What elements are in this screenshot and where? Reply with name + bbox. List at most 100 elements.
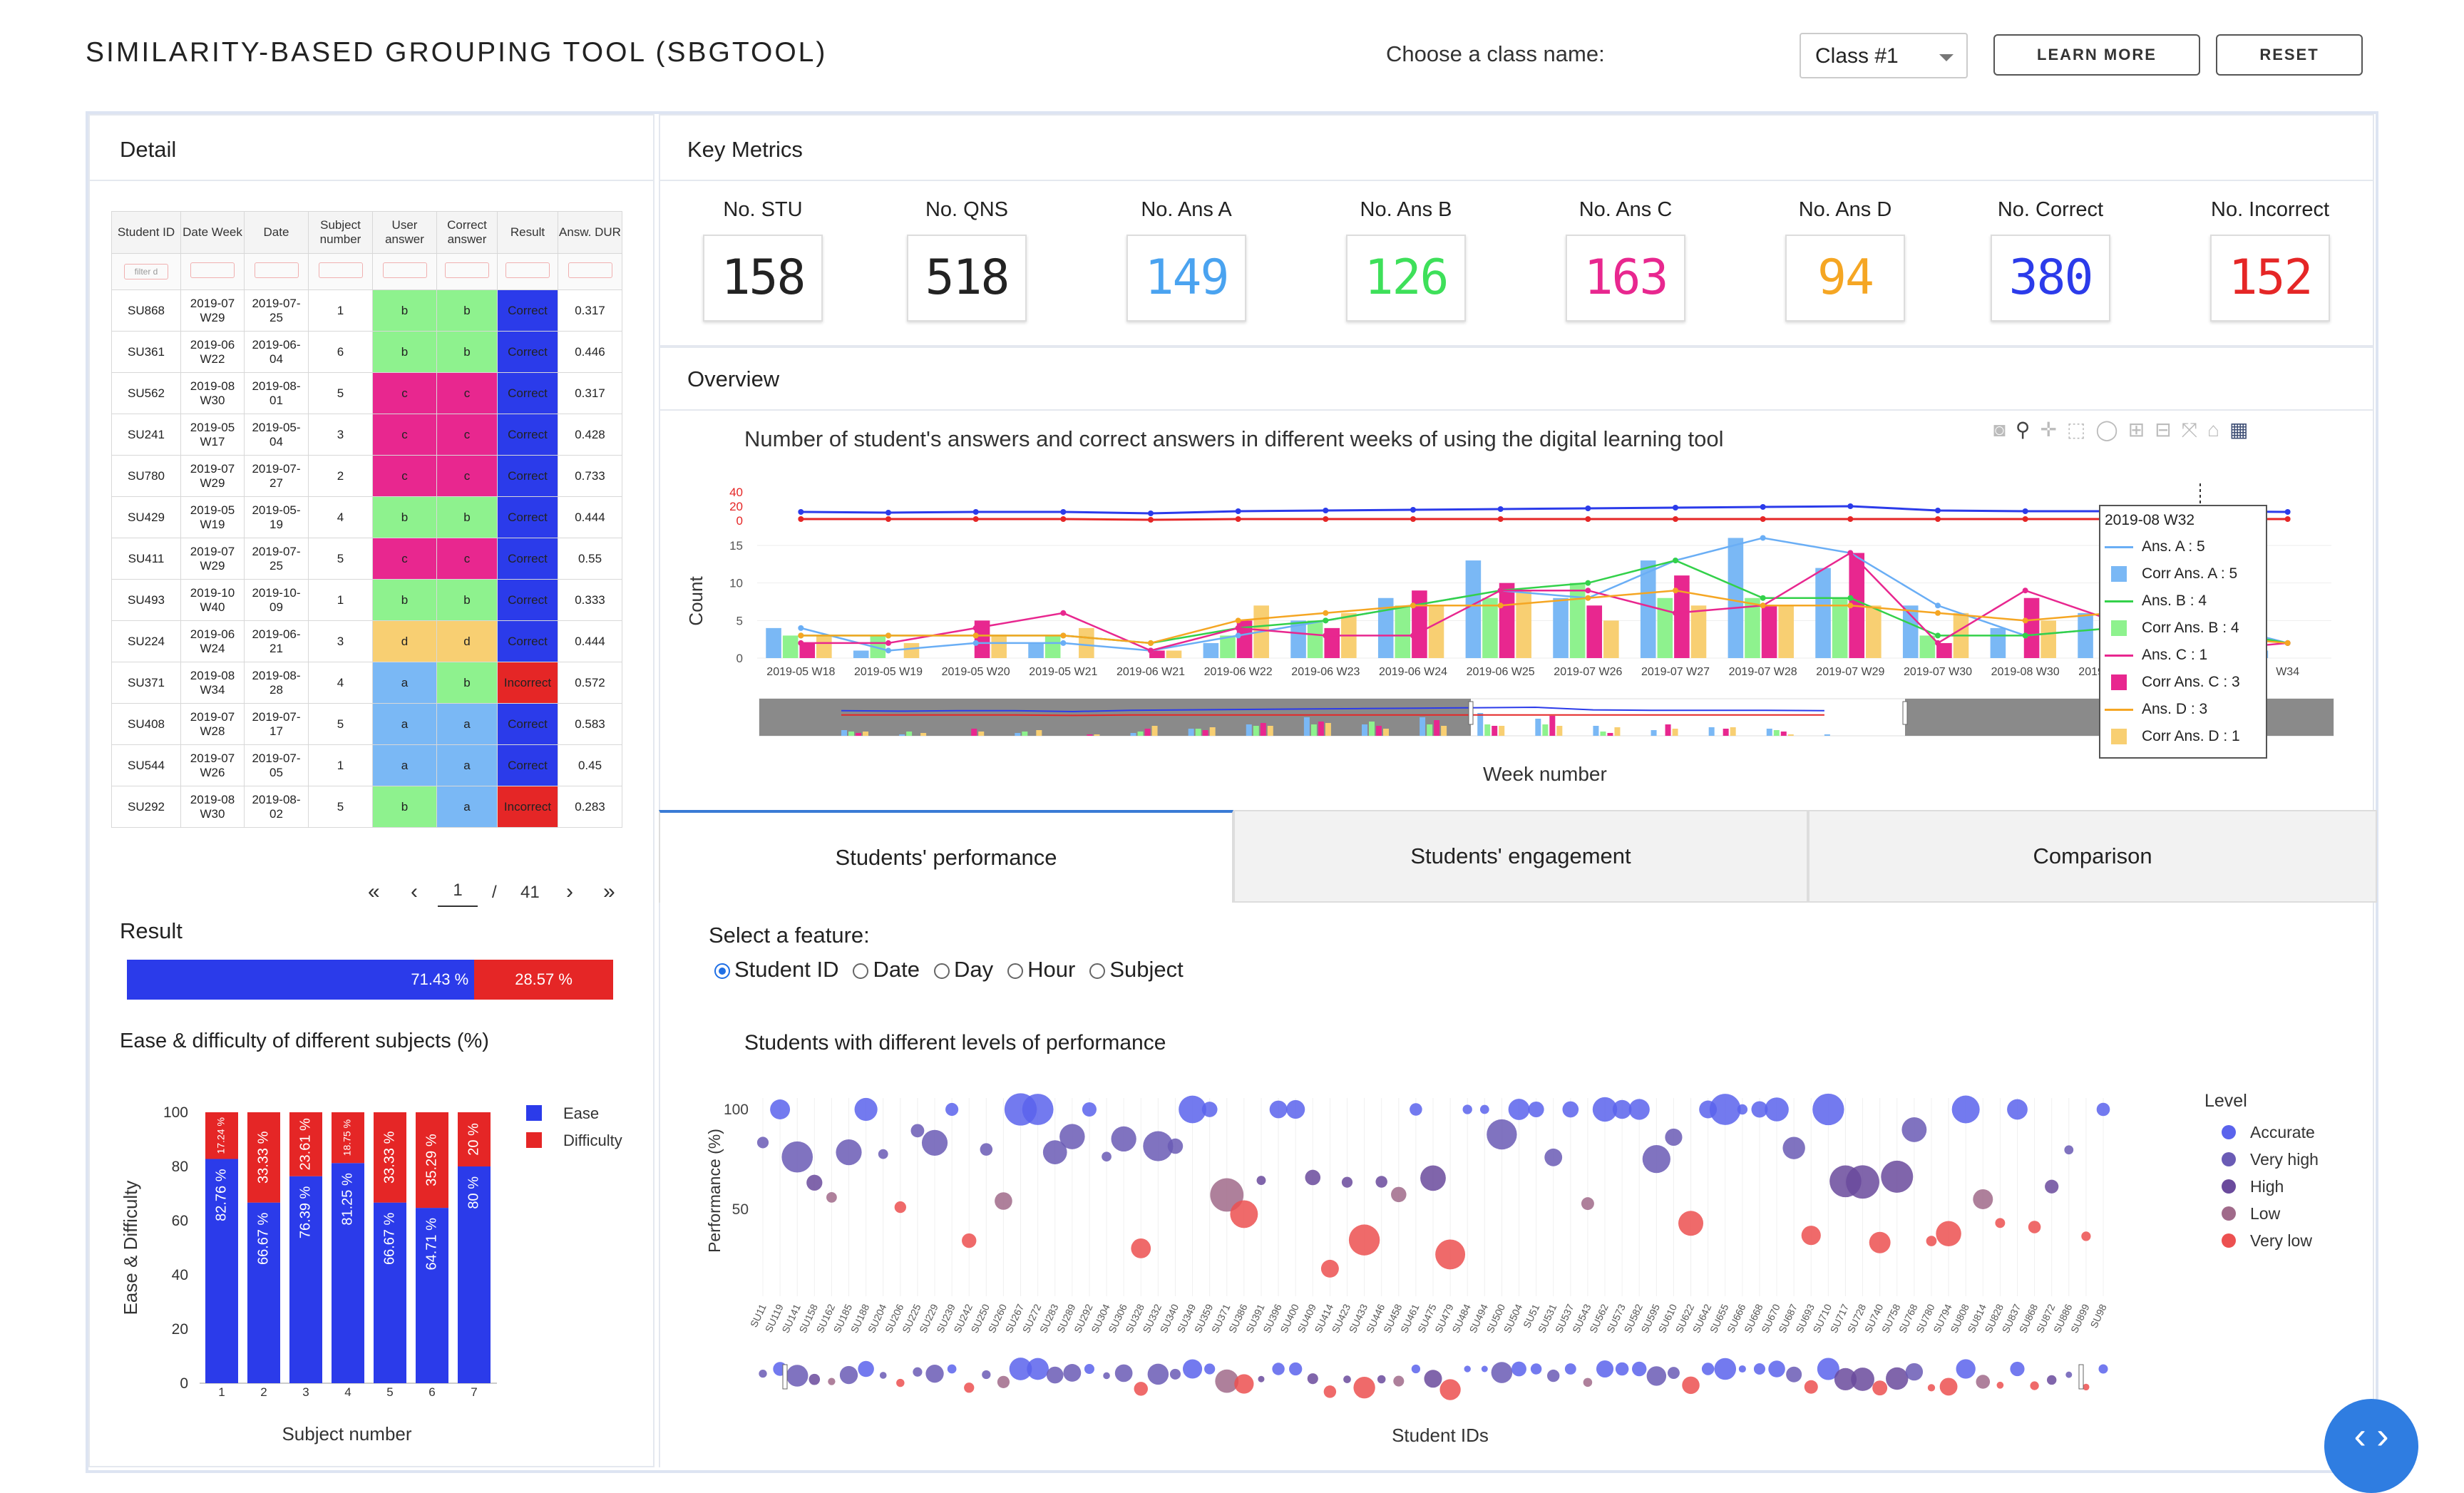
feature-option[interactable]: Hour: [1007, 957, 1075, 982]
zoom-out-icon[interactable]: ⊟: [2155, 419, 2181, 441]
metric-label: No. Incorrect: [2211, 198, 2329, 221]
x-tick-label: 5: [386, 1385, 393, 1399]
hover-tooltip: 2019-08 W32 Ans. A : 5 Corr Ans. A : 5 Ans…: [2099, 505, 2267, 759]
learn-more-button[interactable]: LEARN MORE: [1993, 34, 2200, 76]
table-cell: 2019-10 W40: [180, 579, 245, 621]
camera-icon[interactable]: ◙: [1993, 419, 2016, 441]
table-cell: 2019-07 W26: [180, 744, 245, 786]
reset-button[interactable]: RESET: [2216, 34, 2363, 76]
next-page-button[interactable]: ›: [566, 880, 573, 904]
chevron-down-icon: [1939, 54, 1954, 61]
series-point: [972, 509, 979, 515]
result-correct-segment: 71.43 %: [127, 960, 475, 1000]
slider-point: [1424, 1370, 1442, 1388]
series-line-correct: [801, 505, 2288, 515]
zoom-in-icon[interactable]: ⊞: [2128, 419, 2155, 441]
legend-item: Very high: [2204, 1146, 2319, 1173]
first-page-button[interactable]: «: [368, 880, 380, 904]
x-tick-label: 2019-06 W23: [1291, 666, 1360, 678]
feature-option[interactable]: Day: [933, 957, 993, 982]
column-filter-input[interactable]: [318, 262, 363, 278]
filter-cell: [244, 253, 309, 290]
table-cell: 3: [308, 620, 373, 662]
zoom-icon[interactable]: ⚲: [2016, 419, 2040, 441]
y-tick-label: 40: [172, 1267, 188, 1283]
bar-corr-ans-b: [1395, 605, 1411, 658]
slider-point: [1872, 1380, 1888, 1396]
scatter-point: [1269, 1100, 1288, 1119]
column-header: Date: [244, 211, 309, 254]
slider-bar: [906, 732, 913, 736]
slider-point: [1976, 1375, 1991, 1389]
ease-chart-title: Ease & difficulty of different subjects …: [120, 1030, 489, 1052]
scatter-point: [2081, 1231, 2091, 1241]
page-number-input[interactable]: 1: [438, 874, 478, 907]
code-toggle-button[interactable]: ‹ ›: [2324, 1399, 2418, 1493]
table-cell: 2019-08-02: [244, 786, 309, 828]
x-axis-label: Student IDs: [1392, 1425, 1489, 1446]
column-filter-input[interactable]: [505, 262, 550, 278]
scatter-point: [1936, 1221, 1961, 1247]
scatter-point: [1479, 1104, 1489, 1114]
tooltip-label: Corr Ans. D : 1: [2142, 728, 2240, 744]
tab-students-engagement[interactable]: Students' engagement: [1233, 810, 1808, 903]
table-row: SU868 2019-07 W29 2019-07-25 1 b b Correct 0.31…: [111, 289, 622, 332]
table-cell: a: [436, 744, 498, 786]
class-select[interactable]: Class #1: [1800, 33, 1968, 78]
table-row: SU371 2019-08 W34 2019-08-28 4 a b Incorrect 0.…: [111, 662, 622, 704]
series-point: [1673, 516, 1678, 522]
slider-point: [1511, 1361, 1526, 1377]
autoscale-icon[interactable]: ⤧: [2182, 419, 2207, 441]
slider-bar: [1253, 726, 1259, 736]
metric-card: No. Ans A 149: [1087, 198, 1286, 322]
table-cell: Correct: [497, 331, 558, 373]
feature-option[interactable]: Subject: [1089, 957, 1184, 982]
tab-students-performance[interactable]: Students' performance: [659, 810, 1233, 903]
column-filter-input[interactable]: [382, 262, 427, 278]
line-point: [1847, 550, 1854, 556]
detail-table-wrap: Student ID Date Week Date Subject number Use…: [111, 211, 622, 828]
plotly-logo-icon[interactable]: ▦: [2229, 419, 2258, 441]
slider-bar: [1362, 724, 1367, 736]
feature-option[interactable]: Student ID: [714, 957, 838, 982]
table-cell: Incorrect: [497, 662, 558, 704]
legend-swatch: [526, 1105, 542, 1121]
column-filter-input[interactable]: [445, 262, 489, 278]
tooltip-label: Corr Ans. C : 3: [2142, 674, 2240, 690]
slider-point: [1768, 1360, 1785, 1377]
column-filter-input[interactable]: [568, 262, 612, 278]
column-filter-input[interactable]: [254, 262, 299, 278]
bar-value-label: 20 %: [466, 1123, 481, 1156]
bar-corr-ans-a: [1203, 642, 1219, 658]
home-icon[interactable]: ⌂: [2207, 419, 2229, 441]
bar-corr-ans-d: [816, 635, 832, 658]
feature-option[interactable]: Date: [853, 957, 920, 982]
table-cell: c: [436, 372, 498, 414]
slider-bar: [1376, 726, 1382, 736]
lasso-icon[interactable]: ◯: [2095, 419, 2127, 441]
line-point: [972, 640, 979, 646]
column-filter-input[interactable]: filter d: [124, 264, 168, 279]
x-tick-label: W34: [2276, 666, 2299, 678]
line-point: [972, 632, 979, 639]
line-point: [2022, 632, 2028, 639]
metric-label: No. Ans D: [1798, 198, 1892, 221]
column-filter-input[interactable]: [190, 262, 235, 278]
table-cell: 2019-08 W30: [180, 372, 245, 414]
series-point: [1148, 511, 1154, 516]
tab-comparison[interactable]: Comparison: [1808, 810, 2377, 903]
slider-point: [1027, 1358, 1049, 1380]
metric-label: No. Correct: [1997, 198, 2104, 221]
table-cell: b: [436, 579, 498, 621]
slider-point: [828, 1377, 836, 1385]
feature-option-label: Student ID: [734, 957, 839, 982]
box-select-icon[interactable]: ⬚: [2067, 419, 2095, 441]
metric-card: No. STU 158: [663, 198, 863, 322]
table-cell: Correct: [497, 703, 558, 745]
scatter-point: [2096, 1102, 2110, 1117]
last-page-button[interactable]: »: [603, 880, 615, 904]
scatter-point: [2028, 1221, 2041, 1233]
table-cell: c: [436, 455, 498, 497]
prev-page-button[interactable]: ‹: [411, 880, 418, 904]
pan-icon[interactable]: ✛: [2040, 419, 2066, 441]
